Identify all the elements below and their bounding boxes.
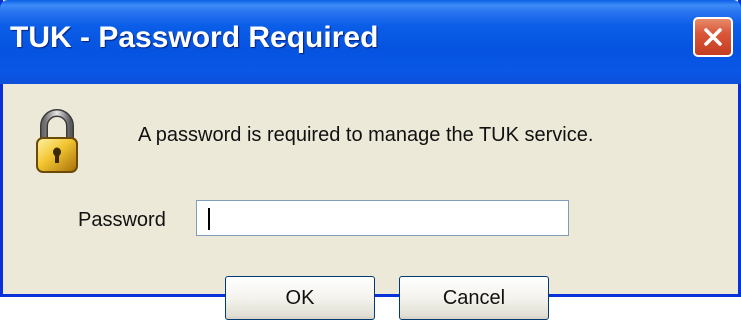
title-bar[interactable]: TUK - Password Required [0, 0, 741, 84]
close-icon [704, 28, 722, 46]
dialog-body: A password is required to manage the TUK… [3, 84, 738, 320]
window-title: TUK - Password Required [10, 21, 379, 54]
text-caret [208, 208, 210, 230]
password-input[interactable] [196, 200, 569, 236]
ok-button[interactable]: OK [225, 276, 375, 320]
dialog-message: A password is required to manage the TUK… [138, 124, 594, 146]
password-label: Password [78, 209, 166, 231]
dialog-window: TUK - Password Required A password is re… [0, 0, 741, 320]
lock-icon [36, 109, 78, 173]
close-button[interactable] [693, 17, 733, 57]
cancel-button[interactable]: Cancel [399, 276, 549, 320]
